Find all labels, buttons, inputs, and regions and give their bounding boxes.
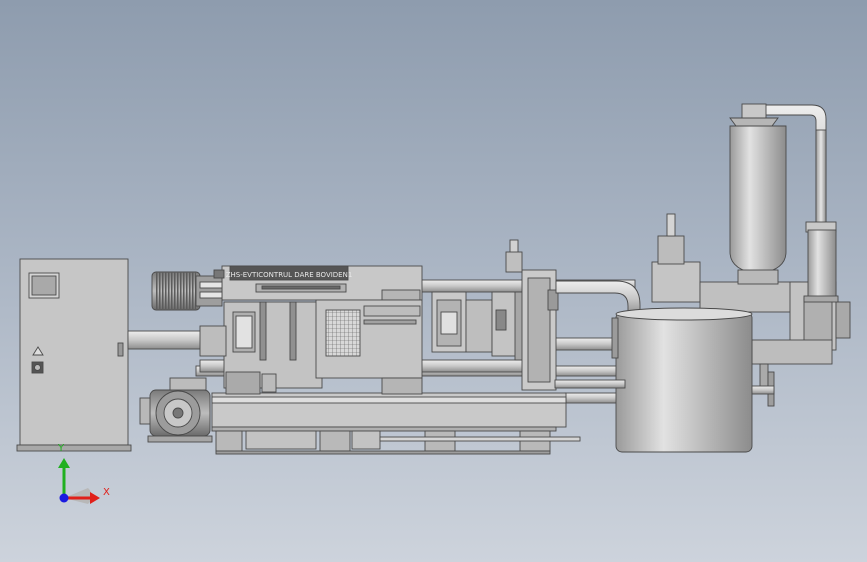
- side-tank: [803, 221, 839, 303]
- clamp-motor: [151, 269, 225, 311]
- upper-tank: [729, 103, 787, 285]
- rear-platen: [199, 301, 323, 395]
- cad-viewport[interactable]: ZHS-EVTICONTRUL DARE BOVIDEN1 Y X: [0, 0, 867, 562]
- coordinate-triad: [58, 458, 100, 504]
- pump-motor: [139, 377, 213, 443]
- triad-plane-indicator: [64, 488, 92, 504]
- machine-base: [211, 392, 581, 455]
- machine-nameplate: ZHS-EVTICONTRUL DARE BOVIDEN1: [226, 271, 353, 279]
- melting-furnace: [611, 307, 753, 453]
- machine-drawing: ZHS-EVTICONTRUL DARE BOVIDEN1: [16, 103, 851, 504]
- axis-z-dot: [59, 493, 69, 503]
- axis-x-label: X: [103, 487, 110, 498]
- axis-x-arrow: [90, 492, 100, 504]
- axis-y-arrow: [58, 458, 70, 468]
- electrical-cabinet: [16, 258, 132, 452]
- die-area: [431, 291, 526, 361]
- moving-platen: [315, 299, 423, 395]
- axis-y-label: Y: [58, 443, 65, 454]
